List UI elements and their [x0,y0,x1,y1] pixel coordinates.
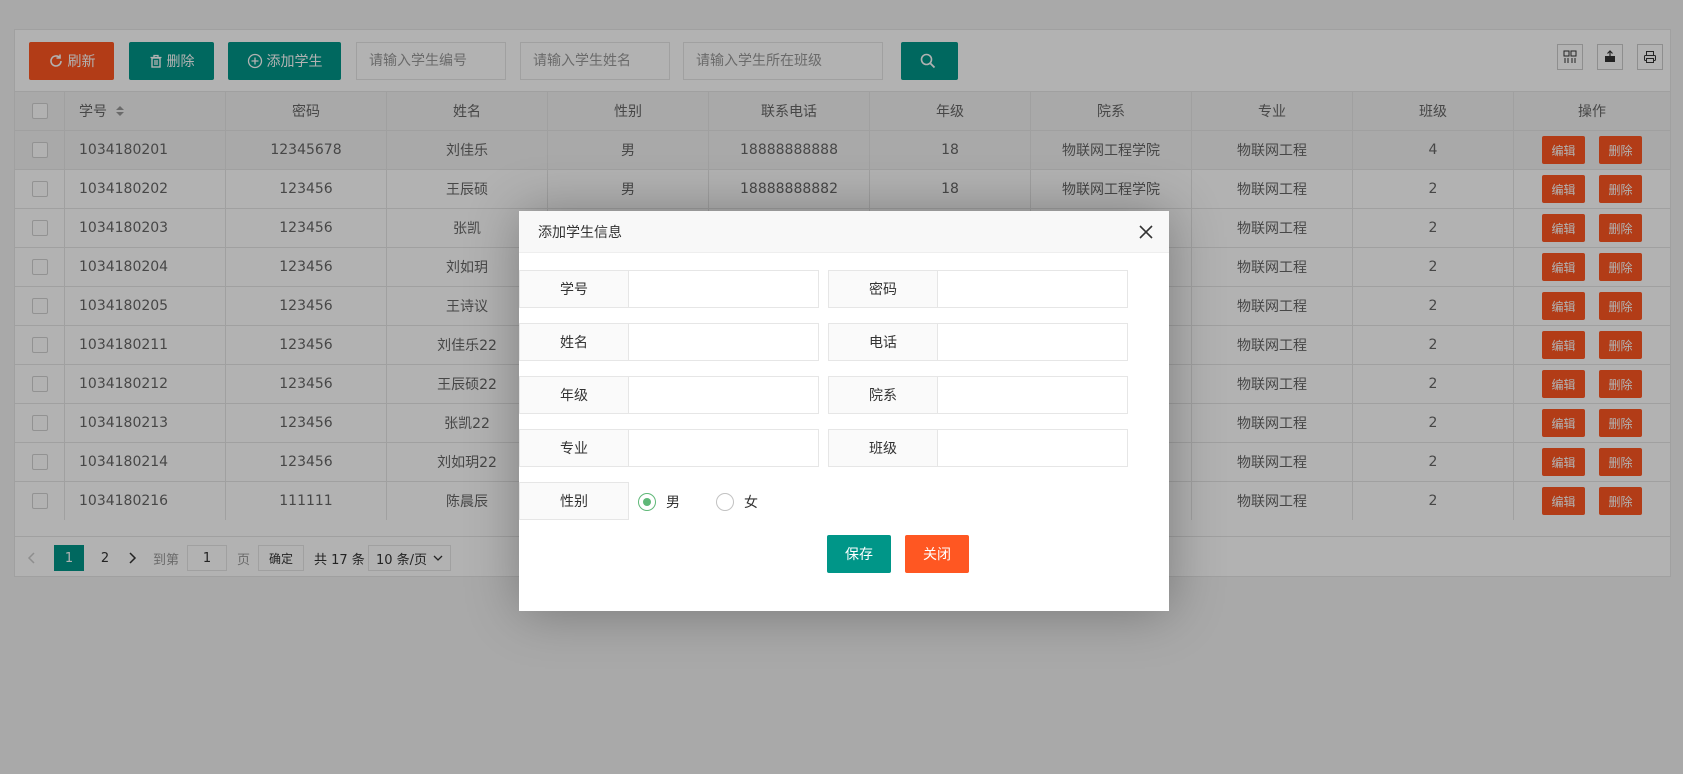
form-row-sex: 性别 男 女 [519,482,1119,520]
input-phone[interactable] [938,323,1128,361]
radio-female-label: 女 [744,495,758,511]
dialog-title-text: 添加学生信息 [538,224,622,241]
label-dept: 院系 [828,376,938,414]
radio-unchecked-icon [716,493,734,511]
label-id: 学号 [519,270,629,308]
input-grade[interactable] [629,376,819,414]
radio-male[interactable]: 男 [638,492,680,512]
label-major: 专业 [519,429,629,467]
add-student-dialog: 添加学生信息 学号 密码 姓名 电话 年级 院系 专业 班级 性别 男 女 保存… [519,211,1169,611]
input-pwd[interactable] [938,270,1128,308]
save-button[interactable]: 保存 [827,535,891,573]
label-pwd: 密码 [828,270,938,308]
input-dept[interactable] [938,376,1128,414]
label-name: 姓名 [519,323,629,361]
label-grade: 年级 [519,376,629,414]
label-phone: 电话 [828,323,938,361]
input-name[interactable] [629,323,819,361]
input-id[interactable] [629,270,819,308]
input-class[interactable] [938,429,1128,467]
dialog-title: 添加学生信息 [519,211,1169,253]
input-major[interactable] [629,429,819,467]
close-button[interactable]: 关闭 [905,535,969,573]
label-sex: 性别 [519,482,629,520]
close-icon[interactable] [1137,223,1155,241]
radio-female[interactable]: 女 [716,492,758,512]
radio-checked-icon [638,493,656,511]
radio-male-label: 男 [666,495,680,511]
label-class: 班级 [828,429,938,467]
